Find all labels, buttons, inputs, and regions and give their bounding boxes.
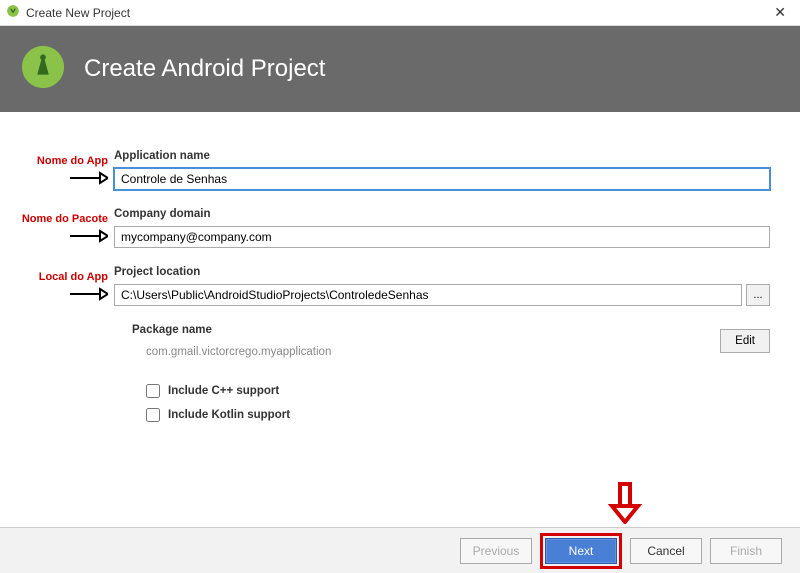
arrow-right-icon [68,171,108,190]
arrow-down-icon [600,480,650,526]
package-name-label: Package name [132,324,710,336]
form-area: Nome do App Application name Nome do Pac… [0,130,800,523]
window-title: Create New Project [26,6,130,20]
include-kotlin-input[interactable] [146,408,160,422]
previous-button: Previous [460,538,532,564]
package-name-value: com.gmail.victorcrego.myapplication [132,346,710,358]
include-kotlin-label: Include Kotlin support [168,409,290,421]
company-domain-input[interactable] [114,226,770,248]
wizard-header: Create Android Project [0,26,800,112]
titlebar: Create New Project ✕ [0,0,800,26]
annotation-app-name: Nome do App [37,155,108,167]
arrow-right-icon [68,229,108,248]
app-icon [6,4,20,21]
wizard-footer: Previous Next Cancel Finish [0,527,800,573]
include-cpp-checkbox[interactable]: Include C++ support [146,384,770,398]
include-cpp-label: Include C++ support [168,385,279,397]
include-kotlin-checkbox[interactable]: Include Kotlin support [146,408,770,422]
cancel-button[interactable]: Cancel [630,538,702,564]
next-button[interactable]: Next [545,538,617,564]
close-icon[interactable]: ✕ [768,2,792,23]
finish-button: Finish [710,538,782,564]
annotation-package: Nome do Pacote [22,213,108,225]
arrow-right-icon [68,287,108,306]
project-location-label: Project location [114,266,770,278]
browse-button[interactable]: ... [746,284,770,306]
company-domain-label: Company domain [114,208,770,220]
application-name-label: Application name [114,150,770,162]
android-studio-icon [20,44,66,95]
header-title: Create Android Project [84,55,325,83]
project-location-input[interactable] [114,284,742,306]
edit-button[interactable]: Edit [720,329,770,353]
include-cpp-input[interactable] [146,384,160,398]
annotation-location: Local do App [39,271,108,283]
next-highlight: Next [540,533,622,569]
application-name-input[interactable] [114,168,770,190]
